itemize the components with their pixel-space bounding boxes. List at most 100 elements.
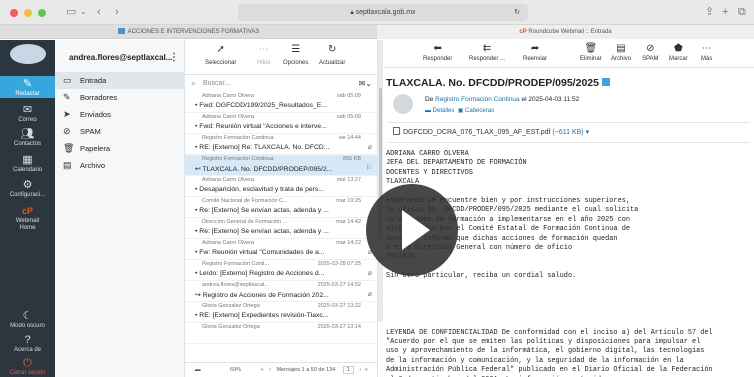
archive-button[interactable]: ▤ Archivo (611, 43, 631, 62)
new-tab-button[interactable]: + (722, 5, 728, 19)
play-video-button[interactable] (366, 184, 458, 276)
reply-all-button[interactable]: ⇇ Responder ... (469, 43, 505, 62)
compose-button[interactable]: ✎ Redactar (0, 76, 55, 98)
list-pager: ▬ 69% « ‹ Mensajes 1 a 50 de 134 1 › » (185, 362, 378, 377)
message-row[interactable]: Gloria Gonzalez Ortega 2025-03-27 13:22 • … (185, 302, 378, 323)
calendar-icon: ▦ (22, 154, 33, 166)
delete-label: Eliminar (580, 56, 602, 62)
tab-roundcube[interactable]: cP Roundcube Webmail :: Entrada (377, 25, 754, 39)
message-row-selected[interactable]: Registro Formación Continua 855 KB ↩ TLAXC… (185, 155, 378, 176)
message-from: andrea.flores@septlaxcal... (202, 282, 269, 288)
folder-spam[interactable]: ⊘ SPAM (55, 123, 185, 140)
search-icon: ⌕ (191, 79, 196, 88)
details-link[interactable]: Detalles (433, 108, 455, 114)
refresh-icon: ↻ (327, 44, 337, 55)
reply-icon: ⬅ (433, 43, 442, 54)
dark-mode-toggle[interactable]: ☾ Modo oscuro (0, 308, 55, 330)
details-icon: ▬ (425, 108, 431, 114)
options-icon: ☰ (291, 44, 301, 55)
nav-label: Correo (18, 117, 37, 123)
forward-button[interactable]: › (115, 5, 119, 19)
page-number-input[interactable]: 1 (342, 366, 354, 374)
folder-menu-icon[interactable]: ⋮ (169, 40, 179, 75)
reply-button[interactable]: ⬅ Responder (423, 43, 452, 62)
message-row[interactable]: Registro Formación Continua vie 14:44 • RE… (185, 134, 378, 155)
lock-icon: 🔒︎ (350, 10, 354, 16)
folder-inbox[interactable]: ▭ Entrada (55, 72, 185, 89)
more-icon: ⋯ (701, 43, 712, 54)
message-row[interactable]: Gloria Gonzalez Ortega 2025-03-27 13:14 (185, 323, 378, 344)
nav-item-mail[interactable]: ✉ Correo (0, 102, 55, 124)
message-date: 2025-03-27 13:22 (317, 303, 361, 309)
subject-text: Fwd: Reunión virtual "Acciones e interve… (199, 123, 327, 130)
message-row[interactable]: Comité Nacional de Formación C... mar 19:… (185, 197, 378, 218)
first-page-button[interactable]: « (261, 367, 264, 373)
message-row[interactable]: andrea.flores@septlaxcal... 2025-03-27 14… (185, 281, 378, 302)
back-button[interactable]: ‹ (97, 5, 101, 19)
pager-text: Mensajes 1 a 50 de 134 (276, 367, 336, 373)
pdf-file-icon (393, 127, 400, 135)
message-row[interactable]: Dirección General de Formación ... mar 14… (185, 218, 378, 239)
message-row[interactable]: Registro Formación Conti... 2025-03-28 07… (185, 260, 378, 281)
more-button[interactable]: ⋯ Más (701, 43, 712, 62)
prev-page-button[interactable]: ‹ (269, 367, 271, 373)
address-bar[interactable]: 🔒︎ septlaxcala.gob.mx ↻ (238, 4, 528, 21)
folder-trash[interactable]: 🗑︎ Papelera (55, 140, 185, 157)
header-links: ▬ Detalles ▣ Cabeceras (425, 107, 494, 114)
headers-link[interactable]: Cabeceras (465, 108, 494, 114)
delete-button[interactable]: 🗑︎ Eliminar (580, 43, 602, 62)
zoom-window-button[interactable] (38, 9, 46, 17)
spam-button[interactable]: ⊘ SPAM (642, 43, 659, 62)
message-row[interactable]: Adriana Carro Olvera mié 13:27 • Desaparic… (185, 176, 378, 197)
about-button[interactable]: ? Acerca de (0, 332, 55, 354)
open-new-window-icon[interactable] (601, 78, 610, 86)
message-subject: ↪ Registro de Acciones de Formación 202.… (195, 292, 329, 299)
message-date: mié 13:27 (336, 177, 361, 183)
nav-item-webmail-home[interactable]: cP Webmail Home (0, 203, 55, 231)
subject-text: Registro de Acciones de Formación 202... (202, 292, 329, 299)
next-page-button[interactable]: › (359, 367, 361, 373)
nav-item-settings[interactable]: ⚙ Configuraci... (0, 177, 55, 199)
folder-archive[interactable]: ▤ Archivo (55, 157, 185, 174)
forward-button[interactable]: ➦ Reenviar (523, 43, 547, 62)
share-icon[interactable]: ⇪ (705, 5, 714, 19)
message-row[interactable]: Adriana Carro Olvera sáb 05:09 • Fwd: DGFC… (185, 92, 378, 113)
message-from: Dirección General de Formación ... (202, 219, 288, 225)
message-row[interactable]: Adriana Carro Olvera mar 14:22 • Fw: Reuni… (185, 239, 378, 260)
options-button[interactable]: ☰ Opciones (283, 44, 308, 66)
last-page-button[interactable]: » (365, 367, 368, 373)
refresh-label: Actualizar (319, 60, 346, 66)
close-window-button[interactable] (10, 9, 18, 17)
attachment-icon: ⌀ (367, 144, 372, 151)
gear-icon: ⚙ (22, 179, 33, 191)
flag-icon[interactable]: ⚐ (366, 164, 372, 172)
reload-icon[interactable]: ↻ (514, 4, 520, 21)
chevron-down-icon[interactable]: ⌄ (80, 5, 87, 19)
search-input[interactable]: ⌕ Buscar... ✉⌄ (191, 77, 372, 90)
select-button[interactable]: ➚ Seleccionar (205, 44, 236, 66)
tab-acciones[interactable]: ACCIONES E INTERVENCIONES FORMATIVAS (0, 25, 377, 39)
select-label: Seleccionar (205, 60, 237, 66)
roundcube-logo (10, 44, 46, 64)
sidebar-toggle-icon[interactable]: ▭ (66, 5, 76, 19)
minimize-window-button[interactable] (24, 9, 32, 17)
account-header: andrea.flores@septlaxcal... ⋮ (55, 40, 185, 75)
attachment-item[interactable]: DGFCDD_DCRA_076_TLAX_095_AF_EST.pdf (~61… (393, 127, 589, 136)
refresh-button[interactable]: ↻ Actualizar (319, 44, 345, 66)
folder-drafts[interactable]: ✎ Borradores (55, 89, 185, 106)
attachment-menu-icon[interactable]: ▾ (586, 129, 590, 136)
mark-button[interactable]: ⬟ Marcar (669, 43, 688, 62)
message-row[interactable]: Adriana Carro Olvera sáb 05:09 • Fwd: Reun… (185, 113, 378, 134)
nav-item-calendar[interactable]: ▦ Calendario (0, 152, 55, 174)
search-options-icon[interactable]: ✉⌄ (359, 77, 372, 90)
tab-overview-icon[interactable]: ⧉ (738, 5, 746, 19)
message-subject: • Desaparición, esclavitud y trata de pe… (195, 186, 324, 193)
pager-toggle-icon[interactable]: ▬ (195, 367, 201, 373)
headers-icon: ▣ (457, 108, 464, 114)
threads-button[interactable]: ⋯ Hilos (257, 44, 270, 66)
nav-item-contacts[interactable]: 👥︎ Contactos (0, 126, 55, 148)
folder-sent[interactable]: ➤ Enviados (55, 106, 185, 123)
logout-button[interactable]: ⏻ Cerrar sesión (0, 355, 55, 377)
sender-link[interactable]: Registro Formación Continua (435, 96, 520, 103)
trash-icon: 🗑︎ (584, 43, 598, 54)
